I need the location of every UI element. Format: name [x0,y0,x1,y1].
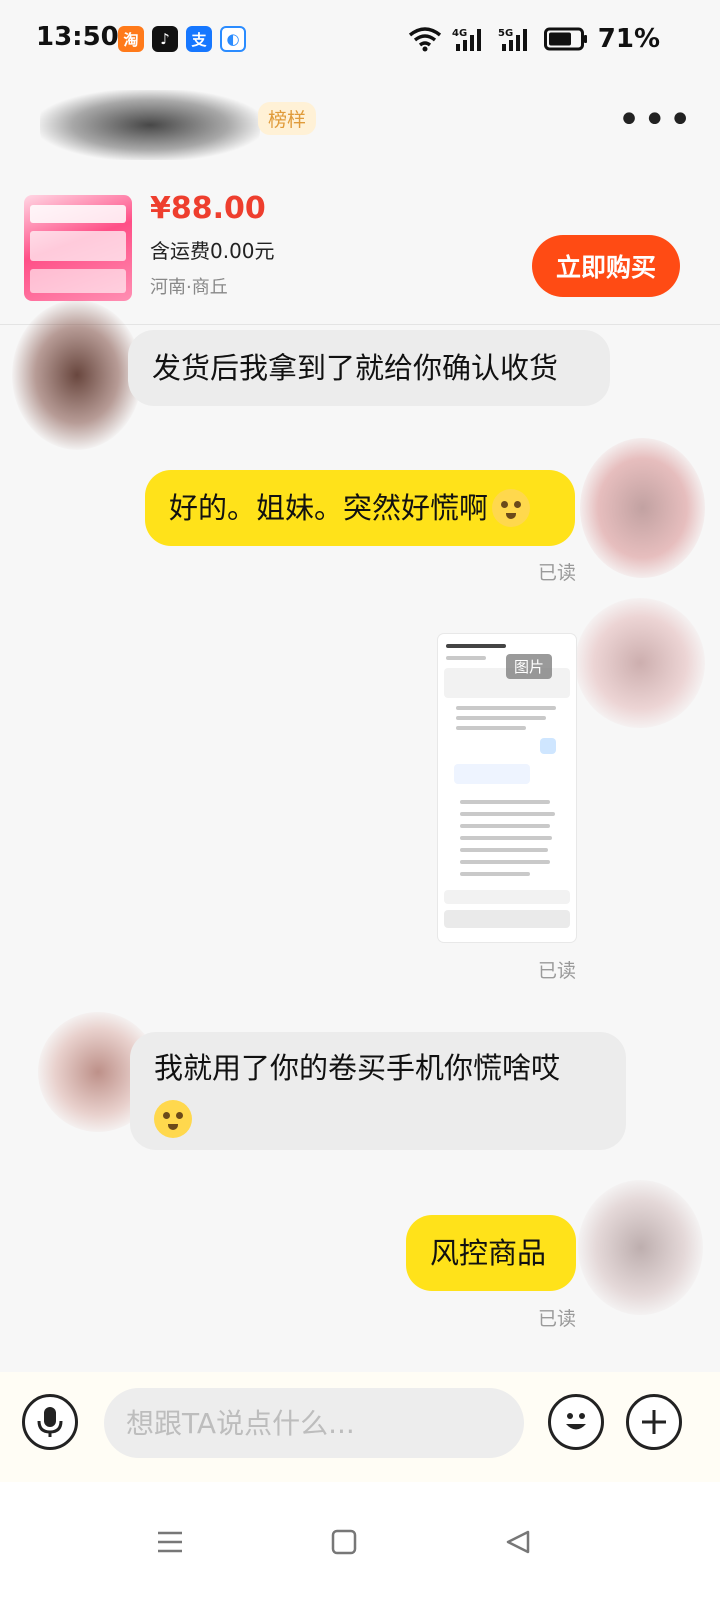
battery-percent: 71% [597,24,660,54]
buy-now-button[interactable]: 立即购买 [532,235,680,297]
status-indicators: 4G 5G 71% [408,24,660,54]
message-bubble: 我就用了你的卷买手机你慌啥哎 [130,1032,626,1150]
contact-name-redacted [40,90,260,160]
shipping-fee: 含运费0.00元 [150,239,275,263]
contact-avatar[interactable] [12,300,142,450]
voice-input-button[interactable] [22,1394,78,1450]
tiktok-icon: ♪ [152,26,178,52]
taobao-icon: 淘 [118,26,144,52]
message-text: 好的。姐妹。突然好慌啊 [169,491,489,525]
recent-apps-button[interactable] [150,1522,190,1562]
browser-icon: ◐ [220,26,246,52]
battery-icon [543,27,587,51]
message-text: 我就用了你的卷买手机你慌啥哎 [154,1051,561,1085]
system-nav-bar [0,1482,720,1604]
message-bubble: 发货后我拿到了就给你确认收货 [128,330,610,406]
smiley-icon [566,1413,586,1430]
back-button[interactable] [498,1522,538,1562]
chat-header: 榜样 ••• [0,80,720,180]
image-label: 图片 [506,654,553,679]
read-status: 已读 [538,960,577,982]
my-avatar[interactable] [575,598,705,728]
more-actions-button[interactable] [626,1394,682,1450]
my-avatar[interactable] [578,1180,703,1315]
svg-text:5G: 5G [498,28,513,39]
square-icon [331,1529,357,1555]
wifi-icon [408,27,441,52]
crying-laughing-emoji-icon [154,1100,192,1138]
read-status: 已读 [538,562,577,584]
back-triangle-icon [506,1530,530,1554]
message-bubble: 风控商品 [406,1215,576,1291]
menu-icon [158,1531,182,1553]
signal-4g-icon: 4G [452,28,481,51]
message-text: 风控商品 [430,1236,547,1270]
read-status: 已读 [538,1308,577,1330]
home-button[interactable] [324,1522,364,1562]
svg-text:4G: 4G [452,28,467,39]
my-avatar[interactable] [580,438,705,578]
more-icon[interactable]: ••• [617,100,694,140]
product-thumbnail[interactable] [24,195,132,301]
emoji-button[interactable] [548,1394,604,1450]
image-message[interactable] [438,634,576,942]
signal-5g-icon: 5G [498,28,527,51]
alipay-icon: 支 [186,26,212,52]
product-location: 河南·商丘 [150,277,228,298]
message-input-bar [0,1372,720,1482]
plus-icon [642,1410,666,1434]
tearful-emoji-icon [492,489,531,527]
message-bubble: 好的。姐妹。突然好慌啊 [145,470,575,546]
message-text: 发货后我拿到了就给你确认收货 [152,351,559,385]
notification-icons: 淘 ♪ 支 ◐ [118,26,246,52]
microphone-icon [37,1407,63,1437]
status-time: 13:50 [36,22,119,52]
contact-tag: 榜样 [258,102,317,135]
status-bar: 13:50 淘 ♪ 支 ◐ 4G 5G 71% [0,0,720,80]
product-card[interactable]: ¥88.00 含运费0.00元 河南·商丘 立即购买 [0,185,720,325]
product-price: ¥88.00 [150,191,266,226]
message-input[interactable] [104,1388,524,1458]
